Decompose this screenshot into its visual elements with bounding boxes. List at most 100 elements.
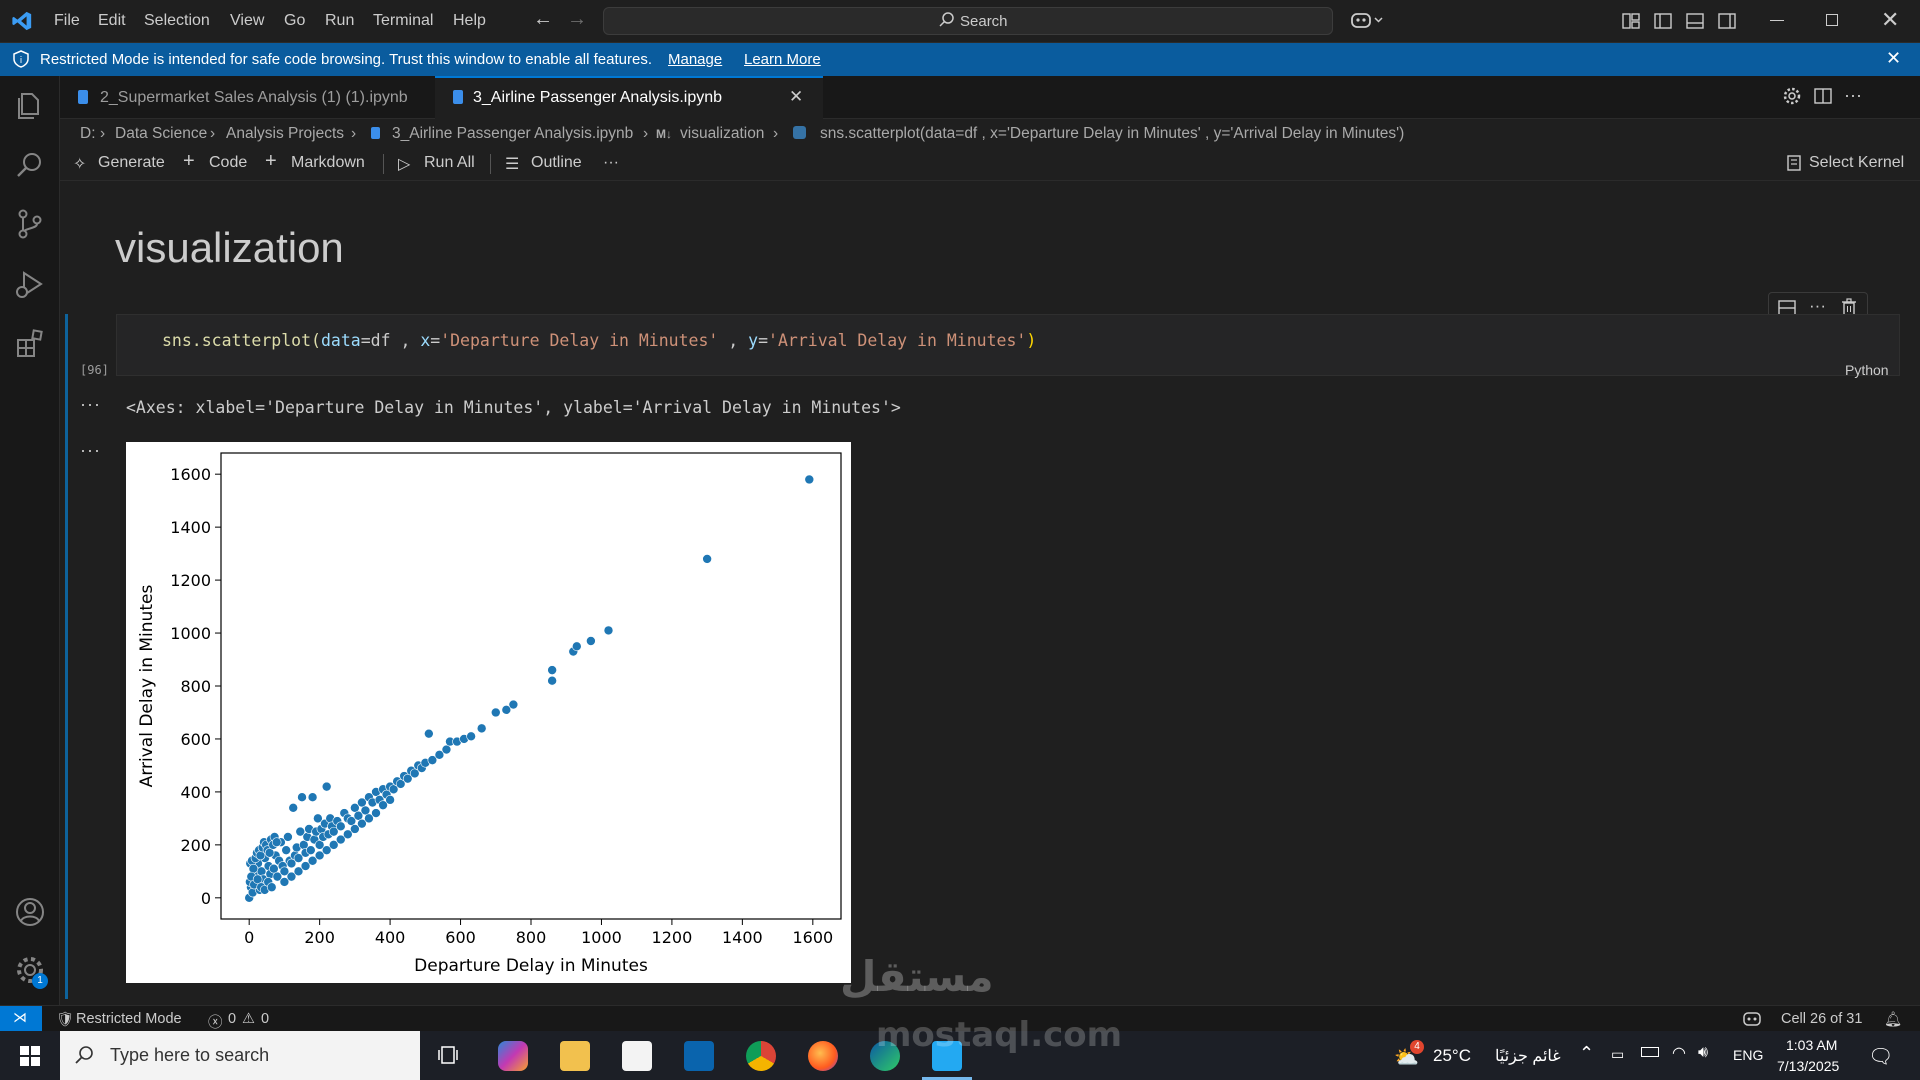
clock-date[interactable]: 7/13/2025: [1777, 1058, 1839, 1074]
warning-count[interactable]: 0: [261, 1011, 269, 1027]
copilot-icon[interactable]: [1350, 10, 1386, 35]
y-tick-label: 0: [201, 889, 211, 908]
error-count[interactable]: 0: [228, 1011, 236, 1027]
menu-view[interactable]: View: [230, 12, 264, 30]
notebook-file-icon: [453, 90, 463, 104]
toolbar-more-button[interactable]: ···: [603, 154, 619, 172]
y-tick-label: 600: [180, 730, 211, 749]
breadcrumb-section[interactable]: visualization: [680, 125, 764, 143]
command-center-search[interactable]: Search: [603, 7, 1333, 35]
output-more-button[interactable]: ···: [80, 394, 101, 415]
scatter-point: [603, 625, 614, 636]
toggle-panel-icon[interactable]: [1686, 12, 1704, 35]
activity-bar: 1: [0, 76, 60, 1005]
input-language[interactable]: ENG: [1733, 1047, 1763, 1063]
scatter-point: [281, 845, 291, 855]
cell-language[interactable]: Python: [1845, 362, 1889, 378]
outline-icon: ☰: [505, 156, 520, 173]
copilot-status-icon[interactable]: [1742, 1011, 1762, 1031]
code-cell[interactable]: sns.scatterplot(data=df , x='Departure D…: [116, 314, 1900, 376]
markdown-icon: M↓: [656, 127, 672, 141]
clock-time[interactable]: 1:03 AM: [1786, 1037, 1837, 1053]
breadcrumb-drive[interactable]: D:: [80, 125, 96, 143]
wifi-icon[interactable]: ◠: [1672, 1043, 1686, 1063]
toggle-primary-sidebar-icon[interactable]: [1654, 12, 1672, 35]
volume-icon[interactable]: 🔊︎: [1698, 1044, 1708, 1062]
chevron-up-icon[interactable]: ⌃: [1579, 1043, 1594, 1064]
scatter-point: [252, 874, 263, 885]
bell-icon[interactable]: 🔔︎: [1884, 1011, 1902, 1028]
notification-icon[interactable]: 🗨︎: [1868, 1044, 1893, 1069]
notebook-settings-icon[interactable]: [1782, 86, 1802, 111]
code-param: y: [748, 331, 759, 350]
menu-go[interactable]: Go: [284, 12, 305, 30]
firefox-icon[interactable]: [808, 1041, 838, 1071]
outline-button[interactable]: Outline: [531, 154, 582, 172]
breadcrumb-data-science[interactable]: Data Science: [115, 125, 207, 143]
title-bar: File Edit Selection View Go Run Terminal…: [0, 0, 1920, 43]
breadcrumb-cell[interactable]: sns.scatterplot(data=df , x='Departure D…: [820, 125, 1404, 143]
weather-desc[interactable]: غائم جزئيًا: [1495, 1046, 1561, 1066]
add-code-button[interactable]: Code: [209, 154, 247, 172]
restore-icon[interactable]: [1826, 14, 1838, 26]
file-explorer-icon[interactable]: [560, 1041, 590, 1071]
menu-file[interactable]: File: [54, 12, 80, 30]
tab-supermarket[interactable]: 2_Supermarket Sales Analysis (1) (1).ipy…: [60, 76, 434, 119]
menu-run[interactable]: Run: [325, 12, 354, 30]
close-window-icon[interactable]: ✕: [1881, 7, 1899, 33]
banner-close-icon[interactable]: ✕: [1886, 48, 1901, 69]
battery-icon[interactable]: [1641, 1047, 1659, 1057]
meet-now-icon[interactable]: ▭: [1611, 1046, 1624, 1063]
cell-more-icon[interactable]: ···: [1809, 296, 1826, 316]
markdown-heading: visualization: [115, 224, 344, 271]
split-editor-icon[interactable]: [1814, 87, 1832, 110]
manage-badge: 1: [32, 973, 48, 989]
kernel-icon: [1786, 154, 1802, 177]
code-text: ,: [718, 331, 749, 350]
remote-indicator[interactable]: ⋊: [0, 1006, 42, 1032]
outlook-icon[interactable]: [684, 1041, 714, 1071]
source-control-icon[interactable]: [12, 206, 48, 242]
minimize-icon[interactable]: [1770, 20, 1784, 21]
menu-edit[interactable]: Edit: [98, 12, 126, 30]
layout-customize-icon[interactable]: [1622, 12, 1640, 35]
notebook-editor: visualization ··· sns.scatterplot(data=d…: [60, 182, 1920, 1005]
tab-close-icon[interactable]: ✕: [789, 87, 803, 107]
manage-link[interactable]: Manage: [668, 51, 722, 68]
x-tick-label: 400: [375, 928, 406, 947]
toolbar-divider: [383, 154, 384, 174]
output-more-button[interactable]: ···: [80, 440, 101, 461]
breadcrumb-analysis-projects[interactable]: Analysis Projects: [226, 125, 344, 143]
run-all-button[interactable]: Run All: [424, 154, 475, 172]
add-markdown-button[interactable]: Markdown: [291, 154, 365, 172]
generate-button[interactable]: Generate: [98, 154, 165, 172]
weather-temp[interactable]: 25°C: [1433, 1046, 1471, 1066]
cell-position[interactable]: Cell 26 of 31: [1781, 1011, 1862, 1027]
windows-start-icon[interactable]: [20, 1046, 40, 1071]
toggle-secondary-sidebar-icon[interactable]: [1718, 12, 1736, 35]
tab-more-icon[interactable]: ···: [1844, 85, 1862, 106]
menu-help[interactable]: Help: [453, 12, 486, 30]
copilot-app-icon[interactable]: [498, 1041, 528, 1071]
run-debug-icon[interactable]: [12, 266, 48, 302]
forward-arrow-icon[interactable]: →: [567, 8, 587, 31]
code-line[interactable]: sns.scatterplot(data=df , x='Departure D…: [162, 331, 1036, 350]
learn-more-link[interactable]: Learn More: [744, 51, 821, 68]
taskbar-search[interactable]: Type here to search: [60, 1031, 420, 1080]
chrome-icon[interactable]: [746, 1041, 776, 1071]
explorer-icon[interactable]: [12, 88, 48, 124]
store-icon[interactable]: [622, 1041, 652, 1071]
select-kernel-button[interactable]: Select Kernel: [1809, 154, 1904, 172]
search-view-icon[interactable]: [12, 148, 48, 184]
menu-selection[interactable]: Selection: [144, 12, 210, 30]
scatter-point: [385, 795, 395, 805]
menu-terminal[interactable]: Terminal: [373, 12, 433, 30]
tab-airline[interactable]: 3_Airline Passenger Analysis.ipynb ✕: [435, 76, 823, 119]
breadcrumb-notebook[interactable]: 3_Airline Passenger Analysis.ipynb: [392, 125, 633, 143]
task-view-icon[interactable]: [438, 1044, 460, 1071]
accounts-icon[interactable]: [12, 894, 48, 930]
back-arrow-icon[interactable]: ←: [533, 8, 553, 31]
extensions-icon[interactable]: [12, 326, 48, 362]
warning-icon: ⚠: [242, 1011, 255, 1027]
restricted-mode-status[interactable]: Restricted Mode: [76, 1011, 182, 1027]
